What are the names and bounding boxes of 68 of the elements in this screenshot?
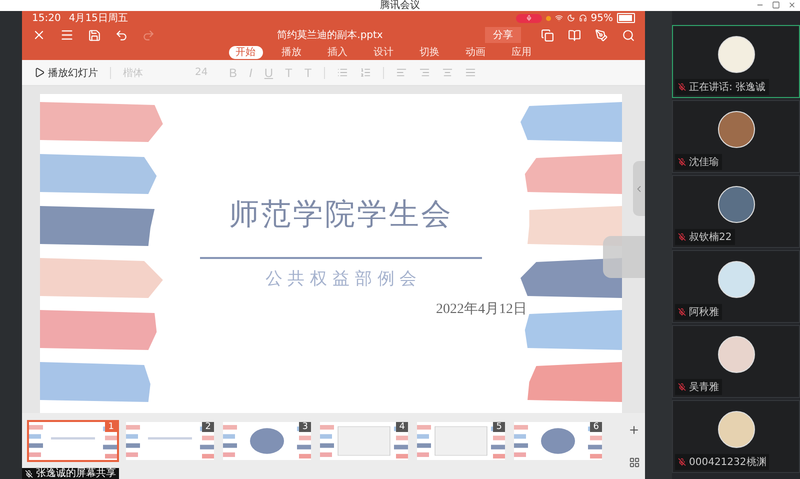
close-icon[interactable]: [788, 1, 796, 9]
slide-thumbnail[interactable]: 2: [124, 420, 216, 462]
ribbon-tab[interactable]: 切换: [412, 46, 446, 59]
slide-thumbnail[interactable]: 1: [27, 420, 119, 462]
ribbon-tab[interactable]: 动画: [458, 46, 492, 59]
slide-number: 3: [299, 422, 311, 432]
avatar: [718, 111, 754, 148]
slide-subtitle: 公 共 权 益 部 例 会: [265, 268, 417, 290]
undo-icon[interactable]: [115, 28, 128, 42]
avatar: [718, 261, 754, 298]
avatar: [718, 36, 754, 73]
mic-off-icon: [678, 458, 686, 466]
ribbon-tab[interactable]: 应用: [504, 46, 538, 59]
ribbon-tab[interactable]: 设计: [366, 46, 400, 59]
participant-name: 叔钦楠22: [689, 230, 732, 244]
participant-name: 正在讲话: 张逸诚: [689, 80, 766, 94]
avatar: [718, 336, 754, 373]
participant-name: 阿秋雅: [689, 306, 719, 319]
slide-thumbnail[interactable]: 5: [415, 420, 507, 462]
mic-off-icon: [678, 383, 686, 391]
play-slideshow-button[interactable]: 播放幻灯片: [34, 66, 98, 80]
copy-icon[interactable]: [541, 28, 554, 42]
participant-name: 沈佳瑜: [689, 156, 719, 169]
slide-title: 师范学院学生会: [229, 196, 453, 234]
share-button[interactable]: 分享: [485, 27, 521, 43]
mic-off-icon: [678, 158, 686, 166]
document-title: 简约莫兰迪的副本.pptx: [276, 28, 383, 42]
panel-handle[interactable]: [633, 161, 645, 216]
ribbon-tab[interactable]: 开始: [228, 46, 262, 59]
slide-date: 2022年4月12日: [436, 300, 527, 318]
slide-thumbnail[interactable]: 4: [318, 420, 410, 462]
participant-name: 吴青雅: [689, 380, 719, 394]
slide-number: 2: [202, 422, 214, 432]
grid-icon[interactable]: [628, 457, 640, 468]
recording-indicator: [516, 14, 542, 22]
close-icon[interactable]: [32, 28, 46, 42]
slide-thumbnail[interactable]: 3: [221, 420, 313, 462]
slide-number: 5: [493, 422, 505, 432]
slide-number: 4: [396, 422, 408, 432]
status-time: 15:20: [32, 12, 61, 24]
ribbon-tab[interactable]: 播放: [274, 46, 308, 59]
mic-off-icon: [25, 470, 33, 478]
status-dot: [546, 16, 551, 20]
avatar: [718, 411, 754, 448]
battery-icon: [617, 13, 635, 23]
screen-share-label: 张逸诚的屏幕共享: [36, 468, 116, 479]
save-icon[interactable]: [88, 28, 101, 42]
search-icon[interactable]: [622, 28, 635, 42]
pen-icon[interactable]: [595, 28, 608, 42]
book-icon[interactable]: [568, 28, 581, 42]
mic-off-icon: [678, 308, 686, 316]
headphones-icon: [578, 14, 587, 22]
mic-off-icon: [678, 83, 686, 91]
wifi-icon: [554, 14, 563, 22]
avatar: [718, 186, 754, 223]
status-date: 4月15日周五: [68, 12, 128, 25]
slide-thumbnail[interactable]: 6: [512, 420, 604, 462]
menu-icon[interactable]: [60, 28, 74, 42]
mic-off-icon: [678, 233, 686, 241]
maximize-icon[interactable]: [772, 1, 780, 9]
moon-icon: [566, 14, 575, 22]
ribbon-tab[interactable]: 插入: [320, 46, 354, 59]
slide-number: 1: [105, 422, 117, 432]
battery-percent: 95%: [590, 12, 613, 24]
add-slide-icon[interactable]: [628, 424, 640, 436]
play-icon: [34, 67, 45, 78]
slide-number: 6: [590, 422, 602, 432]
participant-name: 000421232桃渊: [689, 456, 766, 469]
